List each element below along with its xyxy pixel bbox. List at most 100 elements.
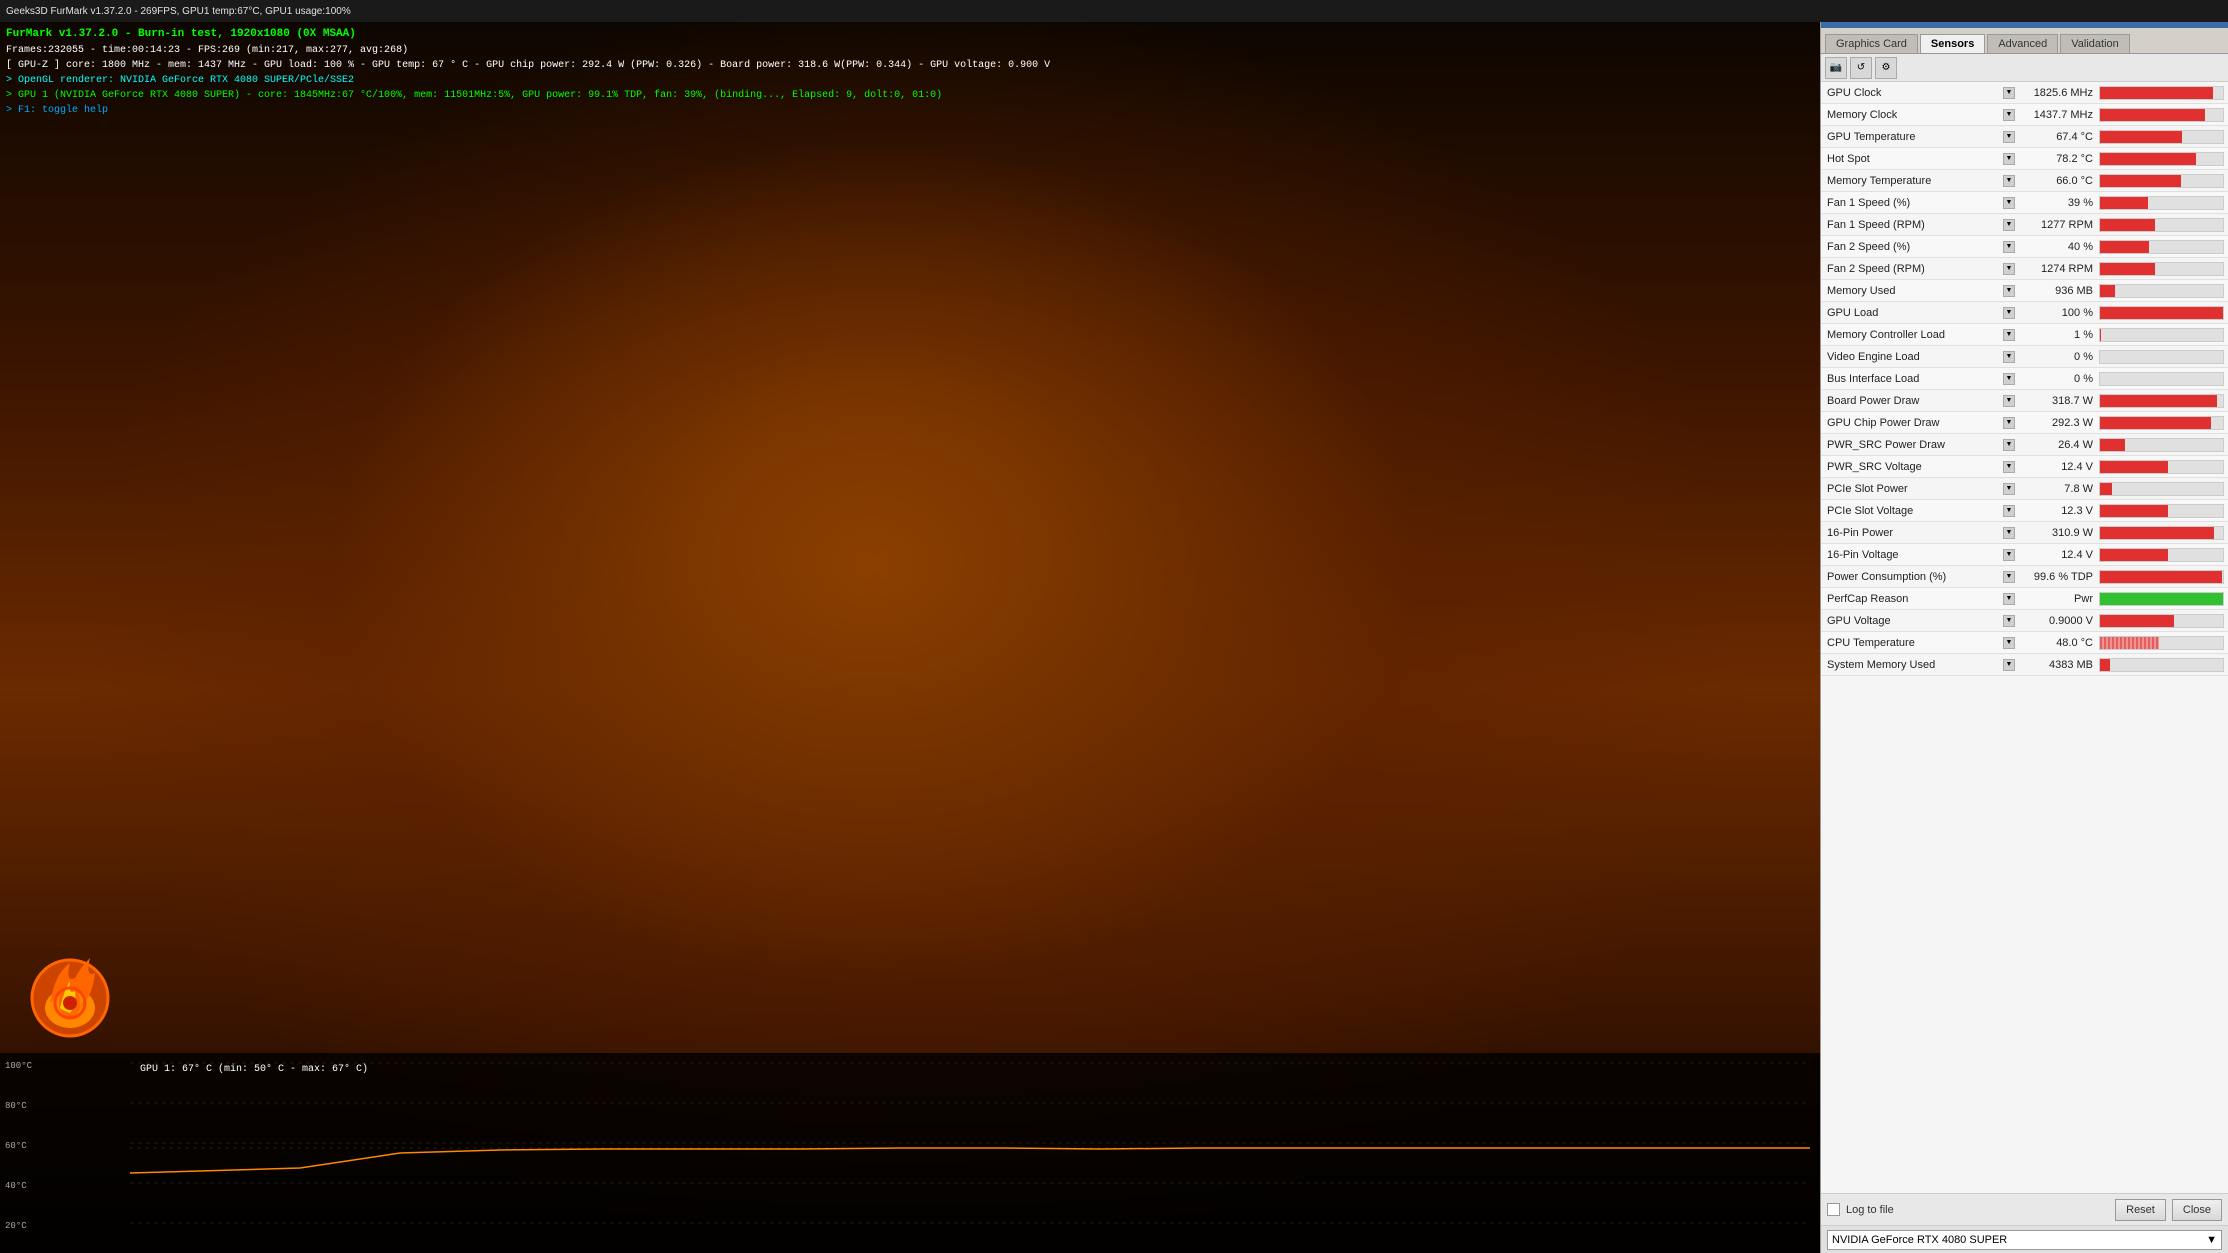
sensor-value: 292.3 W — [2017, 417, 2097, 429]
sensor-name: GPU Load — [1823, 307, 2003, 319]
sensor-bar — [2100, 593, 2223, 605]
sensor-name: Memory Clock — [1823, 109, 2003, 121]
sensor-row: CPU Temperature▼48.0 °C — [1821, 632, 2228, 654]
info-line4: > OpenGL renderer: NVIDIA GeForce RTX 40… — [6, 73, 1050, 88]
sensor-dropdown-arrow[interactable]: ▼ — [2003, 219, 2015, 231]
sensor-dropdown-arrow[interactable]: ▼ — [2003, 263, 2015, 275]
sensor-bar — [2100, 637, 2159, 649]
sensor-bar-container — [2099, 218, 2224, 232]
sensor-name: GPU Voltage — [1823, 615, 2003, 627]
sensor-bar-container — [2099, 350, 2224, 364]
refresh-icon[interactable]: ↺ — [1850, 57, 1872, 79]
settings-icon[interactable]: ⚙ — [1875, 57, 1897, 79]
sensor-dropdown-arrow[interactable]: ▼ — [2003, 109, 2015, 121]
reset-button[interactable]: Reset — [2115, 1199, 2166, 1221]
sensor-value: 39 % — [2017, 197, 2097, 209]
sensor-bar-container — [2099, 504, 2224, 518]
sensor-bar-container — [2099, 636, 2224, 650]
sensor-bar-container — [2099, 328, 2224, 342]
log-to-file-checkbox[interactable] — [1827, 1203, 1840, 1216]
sensor-dropdown-arrow[interactable]: ▼ — [2003, 153, 2015, 165]
sensor-name: Fan 1 Speed (%) — [1823, 197, 2003, 209]
sensor-dropdown-arrow[interactable]: ▼ — [2003, 659, 2015, 671]
sensor-dropdown-arrow[interactable]: ▼ — [2003, 417, 2015, 429]
sensor-bar — [2100, 549, 2168, 561]
svg-text:40°C: 40°C — [5, 1181, 27, 1191]
chart-svg: 100°C 80°C 60°C 40°C 20°C — [0, 1053, 1820, 1253]
log-to-file-label: Log to file — [1846, 1204, 1894, 1216]
sensor-value: 26.4 W — [2017, 439, 2097, 451]
info-line3: [ GPU-Z ] core: 1800 MHz - mem: 1437 MHz… — [6, 58, 1050, 73]
tab-graphics-card[interactable]: Graphics Card — [1825, 34, 1918, 53]
sensor-dropdown-arrow[interactable]: ▼ — [2003, 241, 2015, 253]
temperature-chart: GPU 1: 67° C (min: 50° C - max: 67° C) 1… — [0, 1053, 1820, 1253]
sensor-row: 16-Pin Power▼310.9 W — [1821, 522, 2228, 544]
info-line1: FurMark v1.37.2.0 - Burn-in test, 1920x1… — [6, 26, 1050, 43]
sensor-dropdown-arrow[interactable]: ▼ — [2003, 131, 2015, 143]
sensor-dropdown-arrow[interactable]: ▼ — [2003, 329, 2015, 341]
sensor-value: 1437.7 MHz — [2017, 109, 2097, 121]
sensor-name: Memory Used — [1823, 285, 2003, 297]
svg-text:60°C: 60°C — [5, 1141, 27, 1151]
camera-icon[interactable]: 📷 — [1825, 57, 1847, 79]
sensor-dropdown-arrow[interactable]: ▼ — [2003, 175, 2015, 187]
sensor-dropdown-arrow[interactable]: ▼ — [2003, 505, 2015, 517]
sensor-dropdown-arrow[interactable]: ▼ — [2003, 549, 2015, 561]
sensor-bar — [2100, 505, 2168, 517]
sensor-dropdown-arrow[interactable]: ▼ — [2003, 527, 2015, 539]
sensor-dropdown-arrow[interactable]: ▼ — [2003, 285, 2015, 297]
sensor-dropdown-arrow[interactable]: ▼ — [2003, 571, 2015, 583]
sensor-name: PerfCap Reason — [1823, 593, 2003, 605]
sensor-bar — [2100, 659, 2110, 671]
sensor-bar — [2100, 329, 2101, 341]
sensor-dropdown-arrow[interactable]: ▼ — [2003, 373, 2015, 385]
sensor-name: Board Power Draw — [1823, 395, 2003, 407]
sensor-row: PWR_SRC Voltage▼12.4 V — [1821, 456, 2228, 478]
sensor-row: 16-Pin Voltage▼12.4 V — [1821, 544, 2228, 566]
sensor-dropdown-arrow[interactable]: ▼ — [2003, 461, 2015, 473]
taskbar-text: Geeks3D FurMark v1.37.2.0 - 269FPS, GPU1… — [6, 6, 351, 17]
sensor-bar — [2100, 615, 2174, 627]
sensor-row: System Memory Used▼4383 MB — [1821, 654, 2228, 676]
furmark-logo — [20, 943, 120, 1043]
sensor-value: 40 % — [2017, 241, 2097, 253]
sensor-bar — [2100, 461, 2168, 473]
sensor-bar-container — [2099, 482, 2224, 496]
tab-validation[interactable]: Validation — [2060, 34, 2130, 53]
sensor-value: 0 % — [2017, 351, 2097, 363]
sensor-row: Fan 1 Speed (RPM)▼1277 RPM — [1821, 214, 2228, 236]
sensor-bar — [2100, 153, 2196, 165]
svg-text:80°C: 80°C — [5, 1101, 27, 1111]
tab-sensors[interactable]: Sensors — [1920, 34, 1985, 53]
close-gpuz-button[interactable]: Close — [2172, 1199, 2222, 1221]
sensor-dropdown-arrow[interactable]: ▼ — [2003, 197, 2015, 209]
game-viewport: FurMark v1.37.2.0 - Burn-in test, 1920x1… — [0, 0, 1820, 1253]
sensor-bar — [2100, 395, 2217, 407]
svg-text:100°C: 100°C — [5, 1061, 33, 1071]
sensor-value: 0.9000 V — [2017, 615, 2097, 627]
sensor-dropdown-arrow[interactable]: ▼ — [2003, 483, 2015, 495]
sensor-row: Memory Controller Load▼1 % — [1821, 324, 2228, 346]
tab-advanced[interactable]: Advanced — [1987, 34, 2058, 53]
sensor-dropdown-arrow[interactable]: ▼ — [2003, 307, 2015, 319]
sensor-dropdown-arrow[interactable]: ▼ — [2003, 439, 2015, 451]
sensor-dropdown-arrow[interactable]: ▼ — [2003, 637, 2015, 649]
sensor-value: 4383 MB — [2017, 659, 2097, 671]
sensor-bar — [2100, 417, 2211, 429]
gpuz-tabs: Graphics Card Sensors Advanced Validatio… — [1821, 28, 2228, 54]
sensor-dropdown-arrow[interactable]: ▼ — [2003, 351, 2015, 363]
sensor-bar — [2100, 527, 2214, 539]
sensor-dropdown-arrow[interactable]: ▼ — [2003, 87, 2015, 99]
sensor-dropdown-arrow[interactable]: ▼ — [2003, 395, 2015, 407]
sensor-dropdown-arrow[interactable]: ▼ — [2003, 615, 2015, 627]
device-selector[interactable]: NVIDIA GeForce RTX 4080 SUPER ▼ — [1827, 1230, 2222, 1250]
sensor-bar-container — [2099, 284, 2224, 298]
sensor-row: Fan 2 Speed (%)▼40 % — [1821, 236, 2228, 258]
sensor-dropdown-arrow[interactable]: ▼ — [2003, 593, 2015, 605]
sensor-bar-container — [2099, 152, 2224, 166]
sensor-row: PerfCap Reason▼Pwr — [1821, 588, 2228, 610]
sensor-row: GPU Voltage▼0.9000 V — [1821, 610, 2228, 632]
sensor-bar — [2100, 87, 2213, 99]
sensor-value: 67.4 °C — [2017, 131, 2097, 143]
sensor-name: PWR_SRC Power Draw — [1823, 439, 2003, 451]
